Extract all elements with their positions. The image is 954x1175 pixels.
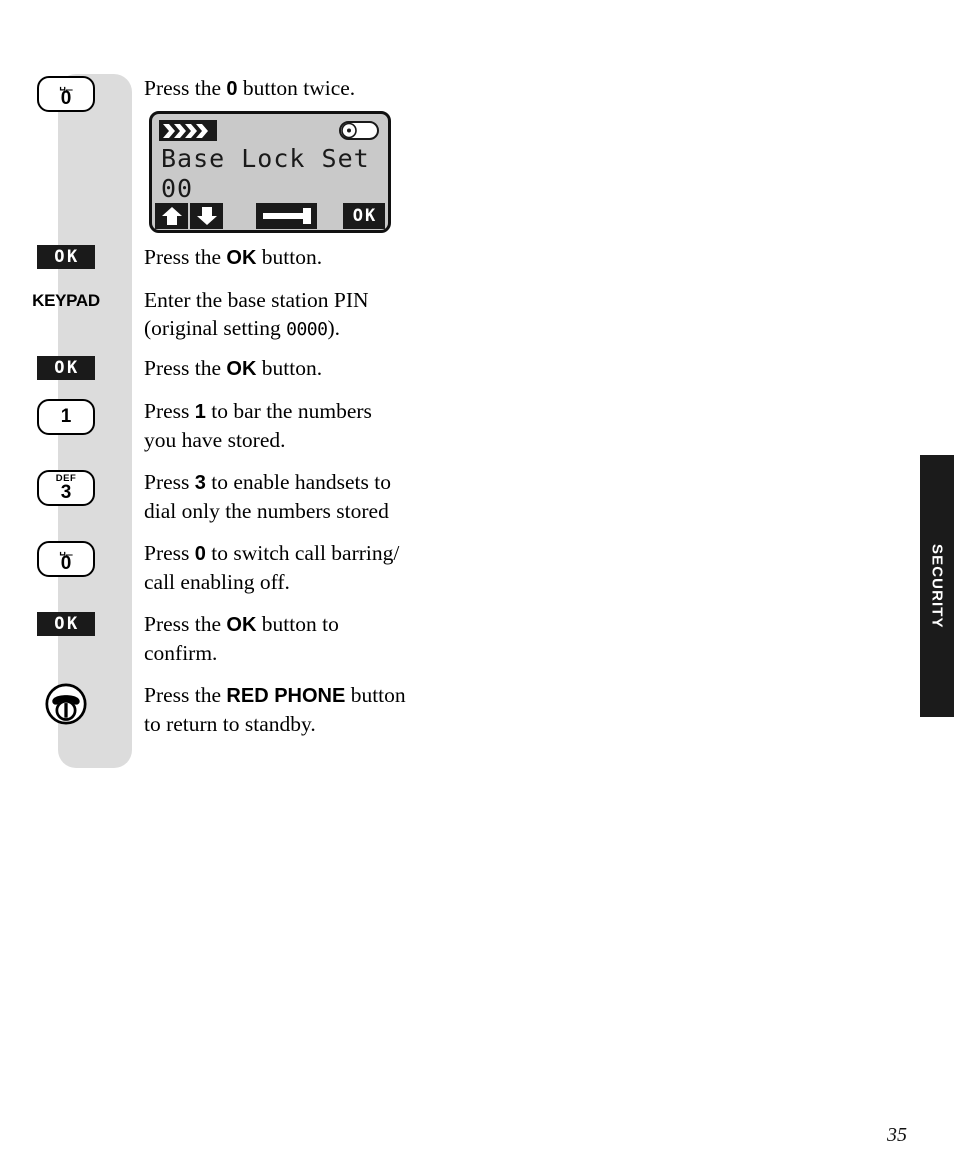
step-instruction-text: Press the OK button. bbox=[144, 245, 323, 269]
step-key-slot: OK bbox=[0, 354, 132, 380]
step-body: Press the OK button. bbox=[132, 354, 954, 383]
instruction-step: ␣_ 0 Press 0 to switch call barring/call e… bbox=[0, 539, 954, 596]
step-instruction-text: Press 0 to switch call barring/call enab… bbox=[144, 541, 400, 594]
key-0[interactable]: ␣_ 0 bbox=[37, 541, 95, 577]
clear-bar-icon bbox=[262, 208, 311, 224]
key-ok[interactable]: OK bbox=[37, 612, 95, 636]
lcd-softkey-down[interactable] bbox=[190, 203, 223, 229]
instruction-step: DEF 3 Press 3 to enable handsets to dial on… bbox=[0, 468, 954, 525]
step-body: Press 0 to switch call barring/call enab… bbox=[132, 539, 954, 596]
instruction-step-list: ␣_ 0 Press the 0 button twice. Base Lock Se… bbox=[0, 74, 954, 750]
key-0[interactable]: ␣_ 0 bbox=[37, 76, 95, 112]
step-key-slot bbox=[0, 681, 132, 730]
lcd-text-line-1: Base Lock Set bbox=[161, 144, 370, 173]
step-key-slot: DEF 3 bbox=[0, 468, 132, 506]
lcd-signal-indicator bbox=[159, 120, 217, 141]
red-phone-icon bbox=[45, 683, 87, 725]
instruction-step: KEYPAD Enter the base station PIN (origina… bbox=[0, 286, 954, 344]
up-arrow-icon bbox=[161, 207, 182, 225]
step-body: Press 1 to bar the numbers you have store… bbox=[132, 397, 954, 454]
keycap-digit: 1 bbox=[60, 406, 72, 427]
step-key-slot: OK bbox=[0, 610, 132, 636]
keycap-digit: 3 bbox=[60, 481, 72, 503]
instruction-step: OK Press the OK button. bbox=[0, 243, 954, 272]
instruction-step: OK Press the OK button to confirm. bbox=[0, 610, 954, 667]
lcd-softkey-up[interactable] bbox=[155, 203, 188, 229]
key-3[interactable]: DEF 3 bbox=[37, 470, 95, 506]
lcd-softkey-ok[interactable]: OK bbox=[343, 203, 385, 229]
step-key-slot: OK bbox=[0, 243, 132, 269]
key-ok[interactable]: OK bbox=[37, 245, 95, 269]
step-body: Press the OK button. bbox=[132, 243, 954, 272]
step-body: Enter the base station PIN (original sett… bbox=[132, 286, 954, 344]
step-instruction-text: Press the OK button to confirm. bbox=[144, 612, 339, 665]
step-body: Press the RED PHONE button to return to s… bbox=[132, 681, 954, 738]
ok-button-label: OK bbox=[54, 613, 80, 634]
manual-page: ␣_ 0 Press the 0 button twice. Base Lock Se… bbox=[0, 0, 954, 1175]
key-keypad[interactable]: KEYPAD bbox=[32, 288, 100, 311]
battery-icon bbox=[339, 121, 379, 140]
signal-bars-icon bbox=[163, 123, 208, 138]
lcd-screen: Base Lock Set 00 OK bbox=[149, 111, 391, 233]
key-red-phone[interactable] bbox=[45, 683, 87, 730]
instruction-step: Press the RED PHONE button to return to s… bbox=[0, 681, 954, 738]
keycap-digit: 0 bbox=[60, 87, 72, 109]
step-instruction-text: Press the RED PHONE button to return to s… bbox=[144, 683, 406, 736]
step-instruction-text: Press 3 to enable handsets to dial only t… bbox=[144, 470, 391, 523]
step-key-slot: ␣_ 0 bbox=[0, 74, 132, 112]
down-arrow-icon bbox=[196, 207, 217, 225]
instruction-step: OK Press the OK button. bbox=[0, 354, 954, 383]
step-instruction-text: Press 1 to bar the numbers you have store… bbox=[144, 399, 372, 452]
step-body: Press the 0 button twice. Base Lock Set 00… bbox=[132, 74, 954, 233]
lcd-softkey-clear[interactable] bbox=[256, 203, 317, 229]
lcd-text-line-2: 00 bbox=[161, 174, 194, 203]
instruction-step: ␣_ 0 Press the 0 button twice. Base Lock Se… bbox=[0, 74, 954, 233]
lcd-softkey-ok-label: OK bbox=[352, 206, 378, 226]
ok-button-label: OK bbox=[54, 246, 80, 267]
step-key-slot: 1 bbox=[0, 397, 132, 435]
step-instruction-text: Press the 0 button twice. bbox=[144, 76, 356, 100]
step-key-slot: ␣_ 0 bbox=[0, 539, 132, 577]
step-body: Press the OK button to confirm. bbox=[132, 610, 954, 667]
lcd-screen-illustration: Base Lock Set 00 OK bbox=[149, 111, 954, 233]
step-instruction-text: Enter the base station PIN (original sett… bbox=[144, 288, 369, 340]
step-body: Press 3 to enable handsets to dial only t… bbox=[132, 468, 954, 525]
ok-button-label: OK bbox=[54, 357, 80, 378]
lcd-softkey-bar: OK bbox=[152, 203, 388, 230]
page-number: 35 bbox=[887, 1124, 907, 1146]
keycap-digit: 0 bbox=[60, 552, 72, 574]
key-1[interactable]: 1 bbox=[37, 399, 95, 435]
lcd-battery-indicator bbox=[339, 121, 379, 140]
step-instruction-text: Press the OK button. bbox=[144, 356, 323, 380]
key-ok[interactable]: OK bbox=[37, 356, 95, 380]
step-key-slot: KEYPAD bbox=[0, 286, 132, 311]
instruction-step: 1 Press 1 to bar the numbers you have stor… bbox=[0, 397, 954, 454]
